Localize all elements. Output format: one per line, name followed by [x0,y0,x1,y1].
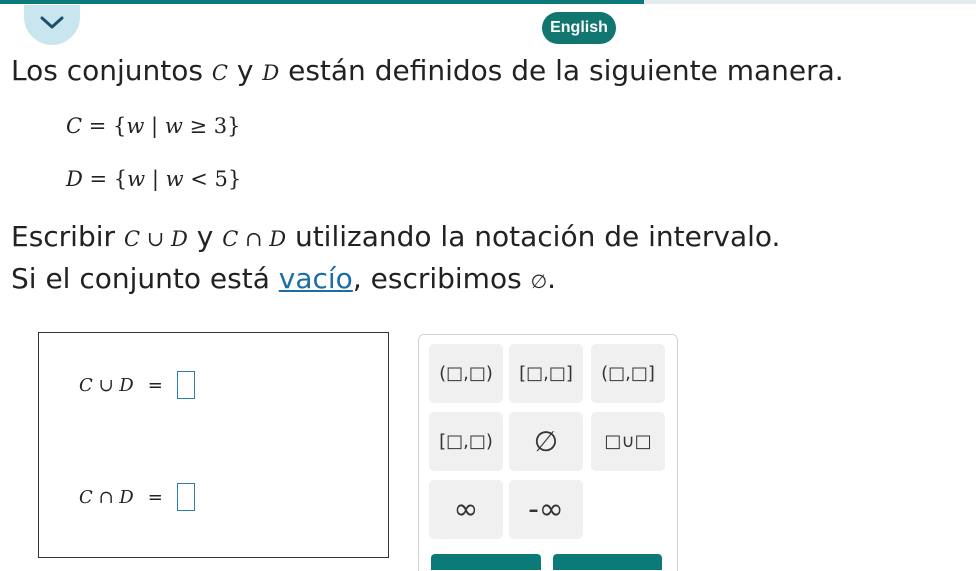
empty-symbol: ∅ [530,271,548,293]
def-c-var2: w [164,114,183,138]
union-label: C ∪ D [79,374,134,396]
empty-end: . [547,262,557,295]
definition-c: C = {w | w ≥ 3} [66,114,240,138]
set-c-label: C [211,61,228,85]
set-d-label: D [262,61,280,85]
def-c-eq: = { [82,114,127,138]
def-c-bar: | [144,114,165,138]
collapse-button[interactable] [24,5,80,45]
action-button-2[interactable] [553,554,662,570]
open-closed-interval-key[interactable]: (□,□] [591,344,665,403]
closed-open-interval-key[interactable]: [□,□) [429,412,503,471]
math-keypad: (□,□) [□,□] (□,□] [□,□) ∅ □∪□ ∞ -∞ [418,334,678,571]
union-expr: C ∪ D [123,227,188,251]
union-answer-row: C ∪ D = [79,371,195,399]
empty-set-key[interactable]: ∅ [509,412,583,471]
empty-prefix: Si el conjunto está [11,262,270,295]
closed-closed-interval-key[interactable]: [□,□] [509,344,583,403]
def-d-bar: | [145,167,166,191]
progress-fill [0,0,645,4]
union-answer-input[interactable] [176,371,195,399]
intersection-answer-input[interactable] [176,483,195,511]
conj-y: y [236,54,254,87]
instr-suffix: utilizando la notación de intervalo. [294,220,781,253]
def-d-name: D [66,167,83,191]
action-button-1[interactable] [431,554,541,570]
problem-intro: Los conjuntos C y D están definidos de l… [11,54,844,87]
open-open-interval-key[interactable]: (□,□) [429,344,503,403]
empty-middle: , escribimos [352,262,522,295]
language-button[interactable]: English [542,12,616,44]
vacio-link[interactable]: vacío [279,262,353,295]
union-key[interactable]: □∪□ [591,412,665,471]
intro-prefix: Los conjuntos [11,54,203,87]
def-d-var2: w [165,167,184,191]
intersection-label: C ∩ D [79,486,134,508]
def-d-var: w [127,167,146,191]
inter-expr: C ∩ D [222,227,287,251]
def-c-rel: ≥ 3} [182,114,241,138]
infinity-key[interactable]: ∞ [429,480,503,539]
intersection-answer-row: C ∩ D = [79,483,195,511]
chevron-down-icon [39,15,65,35]
def-c-name: C [66,114,83,138]
instr-y: y [196,220,214,253]
empty-set-note: Si el conjunto está vacío, escribimos ∅. [11,262,556,295]
def-c-var: w [126,114,145,138]
progress-bar [0,0,976,4]
negative-infinity-key[interactable]: -∞ [509,480,583,539]
instruction: Escribir C ∪ D y C ∩ D utilizando la not… [11,220,780,253]
def-d-eq: = { [82,167,128,191]
instr-prefix: Escribir [11,220,116,253]
def-d-rel: < 5} [183,167,242,191]
intersection-equals: = [147,486,163,508]
answer-box: C ∪ D = C ∩ D = [38,332,389,558]
union-equals: = [147,374,163,396]
definition-d: D = {w | w < 5} [66,167,241,191]
intro-suffix: están definidos de la siguiente manera. [288,54,844,87]
